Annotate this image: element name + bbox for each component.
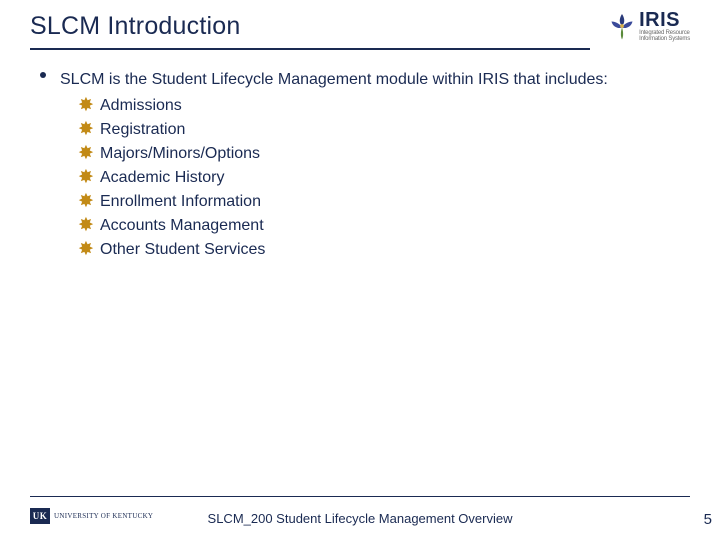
list-item: ✸ Admissions [76, 96, 670, 115]
star-bullet-icon: ✸ [76, 192, 96, 211]
star-bullet-icon: ✸ [76, 120, 96, 139]
star-bullet-icon: ✸ [76, 240, 96, 259]
slide-title: SLCM Introduction [30, 12, 240, 45]
slide: SLCM Introduction IRIS Integrated Resour… [0, 0, 720, 540]
star-bullet-icon: ✸ [76, 144, 96, 163]
list-item: ✸ Other Student Services [76, 240, 670, 259]
footer-divider [30, 496, 690, 497]
list-item: ✸ Enrollment Information [76, 192, 670, 211]
iris-word: IRIS [639, 10, 690, 30]
list-item: ✸ Registration [76, 120, 670, 139]
list-item-label: Enrollment Information [100, 193, 261, 211]
slide-footer: UK UNIVERSITY OF KENTUCKY SLCM_200 Stude… [0, 500, 720, 530]
lead-row: SLCM is the Student Lifecycle Management… [40, 70, 670, 90]
title-underline [30, 48, 590, 50]
list-item-label: Admissions [100, 97, 182, 115]
lead-text: SLCM is the Student Lifecycle Management… [60, 70, 608, 90]
iris-flower-icon [607, 11, 637, 41]
list-item-label: Academic History [100, 169, 224, 187]
list-item: ✸ Majors/Minors/Options [76, 144, 670, 163]
iris-text-block: IRIS Integrated Resource Information Sys… [639, 10, 690, 42]
footer-course-title: SLCM_200 Student Lifecycle Management Ov… [0, 511, 720, 526]
sublist: ✸ Admissions ✸ Registration ✸ Majors/Min… [76, 96, 670, 259]
iris-logo: IRIS Integrated Resource Information Sys… [607, 10, 690, 42]
list-item-label: Majors/Minors/Options [100, 145, 260, 163]
star-bullet-icon: ✸ [76, 168, 96, 187]
list-item-label: Accounts Management [100, 217, 264, 235]
list-item-label: Other Student Services [100, 241, 265, 259]
title-row: SLCM Introduction IRIS Integrated Resour… [30, 12, 690, 45]
list-item: ✸ Academic History [76, 168, 670, 187]
slide-body: SLCM is the Student Lifecycle Management… [40, 70, 670, 264]
bullet-dot-icon [40, 72, 46, 78]
page-number: 5 [704, 511, 712, 528]
star-bullet-icon: ✸ [76, 216, 96, 235]
star-bullet-icon: ✸ [76, 96, 96, 115]
list-item-label: Registration [100, 121, 185, 139]
list-item: ✸ Accounts Management [76, 216, 670, 235]
iris-subtitle-2: Information Systems [639, 36, 690, 42]
